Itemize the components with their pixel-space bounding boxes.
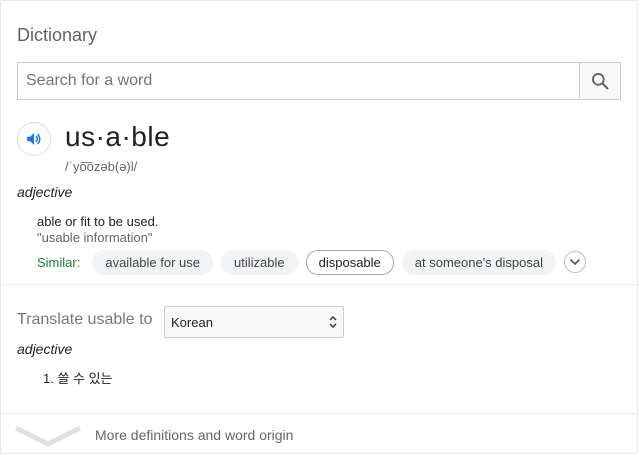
translation-item: 1. 쓸 수 있는 [43, 371, 113, 386]
similar-chip[interactable]: utilizable [221, 249, 298, 275]
part-of-speech: adjective [17, 184, 73, 200]
search-input[interactable] [18, 63, 579, 99]
search-icon [592, 73, 609, 90]
similar-words-row: Similar: available for use utilizable di… [37, 249, 586, 275]
section-divider [1, 413, 637, 414]
translation-part-of-speech: adjective [17, 341, 73, 357]
more-definitions-toggle[interactable] [14, 425, 82, 452]
similar-chip[interactable]: at someone's disposal [401, 249, 556, 275]
translate-label: Translate usable to [17, 311, 153, 328]
more-definitions-link[interactable]: More definitions and word origin [95, 427, 293, 443]
similar-chip[interactable]: disposable [305, 249, 394, 275]
speaker-icon [27, 133, 41, 145]
search-bar [17, 62, 621, 100]
phonetic-spelling: /ˈyo͞ozəb(ə)l/ [65, 159, 138, 174]
section-divider [1, 284, 637, 285]
select-arrows-icon [329, 316, 337, 328]
similar-chip[interactable]: available for use [92, 249, 214, 275]
language-select-value: Korean [171, 314, 213, 330]
card-title: Dictionary [17, 25, 98, 45]
example-text: "usable information" [37, 230, 153, 245]
chevron-down-icon [14, 425, 82, 447]
dictionary-card: Dictionary us·a·ble /ˈyo͞ozəb(ə)l/ adjec… [0, 0, 638, 454]
chevron-down-icon [570, 259, 580, 265]
pronunciation-button[interactable] [17, 122, 51, 156]
language-select[interactable]: Korean [164, 306, 344, 338]
headword: us·a·ble [65, 121, 171, 152]
definition-text: able or fit to be used. [37, 214, 159, 229]
search-button[interactable] [579, 63, 620, 99]
similar-label: Similar: [37, 254, 81, 270]
expand-similar-button[interactable] [564, 251, 586, 273]
